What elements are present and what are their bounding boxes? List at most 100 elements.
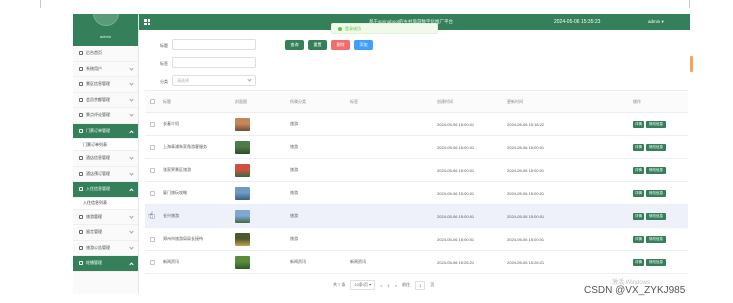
updated-time-cell: 2024-05-06 15:00:01 (507, 190, 545, 196)
edit-button[interactable]: 修改信息 (646, 258, 666, 266)
cover-thumbnail[interactable] (235, 140, 250, 154)
category-select[interactable]: 请选择 (172, 75, 256, 86)
sidebar-item[interactable]: 轮播管理 (73, 256, 138, 272)
side-accent-tab[interactable] (690, 56, 693, 72)
category-placeholder: 请选择 (177, 78, 189, 83)
column-header[interactable]: 操作 (633, 91, 641, 112)
row-checkbox[interactable] (150, 121, 155, 127)
column-header[interactable]: 更新时间 (507, 91, 523, 112)
cover-thumbnail[interactable] (235, 117, 250, 131)
row-checkbox[interactable] (150, 190, 155, 196)
detail-button[interactable]: 详情 (633, 120, 644, 128)
category-label: 分类 (160, 79, 168, 84)
sidebar-item[interactable]: 景点评论管理 (73, 108, 138, 124)
delete-button[interactable]: 删除 (331, 40, 350, 50)
title-cell: 张家界景区旅游 (163, 167, 191, 172)
sidebar-item[interactable]: 酒店信息管理 (73, 151, 138, 167)
created-time-cell: 2024-05-06 15:00:01 (437, 190, 475, 196)
sidebar-item[interactable]: 门票订单管理 (73, 123, 138, 139)
doc-icon (79, 214, 83, 219)
table-row[interactable]: 上海青浦朱家角游客服务 旅游 2024-05-06 15:00:01 2024-05-… (145, 136, 688, 159)
current-page[interactable]: 1 (387, 283, 389, 288)
cover-thumbnail[interactable] (235, 186, 250, 200)
column-header[interactable]: 封面图 (235, 91, 247, 112)
table-row[interactable]: 长春介绍 旅游 2024-05-06 15:00:01 2024-05-06 15:1… (145, 113, 688, 136)
detail-button[interactable]: 详情 (633, 258, 644, 266)
toast-text: 登录成功 (345, 25, 361, 31)
table-row[interactable]: 郑州市旅游局局长接待 旅游 2024-05-06 15:00:01 2024-05-0… (145, 228, 688, 251)
column-header[interactable]: 所属分类 (290, 91, 306, 112)
column-header[interactable]: 标题 (163, 91, 171, 112)
edit-button[interactable]: 修改信息 (646, 143, 666, 151)
actions-cell: 详情 修改信息 (633, 251, 668, 273)
chevron-icon (129, 170, 134, 176)
table-row[interactable]: 长兴旅游 旅游 2024-05-06 15:00:01 2024-05-06 15:0… (145, 205, 688, 228)
doc-icon (79, 97, 83, 102)
sidebar-subitem[interactable]: 入住信息列表 (73, 197, 138, 210)
goto-page-input[interactable]: 1 (415, 280, 426, 290)
detail-button[interactable]: 详情 (633, 212, 644, 220)
sidebar-item[interactable]: 系统用户 (73, 62, 138, 77)
row-checkbox[interactable] (150, 259, 155, 265)
updated-time-cell: 2024-05-06 15:18:22 (507, 121, 545, 127)
sidebar-item[interactable]: 景区信息管理 (73, 77, 138, 93)
created-time-cell: 2024-05-06 15:00:01 (437, 144, 475, 150)
success-toast: 登录成功 (331, 23, 438, 34)
edit-button[interactable]: 修改信息 (646, 120, 666, 128)
sidebar-item[interactable]: 旅游公告管理 (73, 241, 138, 256)
sidebar-item[interactable]: 入住信息管理 (73, 182, 138, 198)
corner-mark (689, 0, 690, 8)
sidebar-item[interactable]: 后台首页 (73, 46, 138, 62)
table-row[interactable]: 厦门旅玩攻略 旅游 2024-05-06 15:00:01 2024-05-06 15… (145, 182, 688, 205)
page-size-select[interactable]: 10条/页 ▾ (350, 280, 376, 290)
cover-thumbnail[interactable] (235, 209, 250, 223)
sidebar-item[interactable]: 旅游管理 (73, 210, 138, 225)
detail-button[interactable]: 详情 (633, 189, 644, 197)
select-all-checkbox[interactable] (150, 99, 155, 104)
table-row[interactable]: 新闻资讯 新闻资讯 新闻资讯 2024-05-06 15:26:21 2024-05-0… (145, 251, 688, 274)
sidebar-item-label: 留言管理 (86, 229, 102, 235)
row-checkbox[interactable] (150, 144, 155, 150)
category-cell: 旅游 (290, 213, 298, 218)
edit-button[interactable]: 修改信息 (646, 212, 666, 220)
tag-search-input[interactable] (172, 57, 256, 68)
sidebar-item[interactable]: 会员余额管理 (73, 93, 138, 108)
table-row[interactable]: 张家界景区旅游 旅游 2024-05-06 15:00:01 2024-05-06 1… (145, 159, 688, 182)
doc-icon (79, 156, 83, 161)
row-checkbox[interactable] (150, 167, 155, 173)
detail-button[interactable]: 详情 (633, 166, 644, 174)
created-time-cell: 2024-05-06 15:00:01 (437, 167, 475, 173)
row-checkbox[interactable] (150, 236, 155, 242)
cover-thumbnail[interactable] (235, 255, 250, 269)
sidebar-item[interactable]: 酒店预订管理 (73, 167, 138, 182)
avatar[interactable] (93, 14, 119, 26)
gear-icon (79, 261, 83, 266)
doc-icon (79, 128, 83, 133)
actions-cell: 详情 修改信息 (633, 159, 668, 181)
reset-button[interactable]: 重置 (308, 40, 327, 50)
cover-image-cell (235, 113, 250, 135)
detail-button[interactable]: 详情 (633, 235, 644, 243)
category-cell: 旅游 (290, 236, 298, 241)
cover-thumbnail[interactable] (235, 163, 250, 177)
menu-grid-icon[interactable] (144, 19, 150, 25)
title-cell: 上海青浦朱家角游客服务 (163, 144, 207, 149)
edit-button[interactable]: 修改信息 (646, 166, 666, 174)
prev-page-button[interactable]: < (380, 283, 382, 288)
cover-image-cell (235, 159, 250, 181)
column-header[interactable]: 标签 (350, 91, 358, 112)
user-icon (79, 66, 83, 71)
cover-thumbnail[interactable] (235, 232, 250, 246)
user-menu[interactable]: admin ▾ (648, 19, 664, 25)
query-button[interactable]: 查询 (285, 40, 304, 50)
column-header[interactable]: 创建时间 (437, 91, 453, 112)
add-button[interactable]: 添加 (354, 40, 373, 50)
next-page-button[interactable]: > (395, 283, 397, 288)
detail-button[interactable]: 详情 (633, 143, 644, 151)
title-search-input[interactable] (172, 39, 256, 50)
sidebar-item[interactable]: 留言管理 (73, 225, 138, 241)
edit-button[interactable]: 修改信息 (646, 189, 666, 197)
edit-button[interactable]: 修改信息 (646, 235, 666, 243)
select-all-cell (150, 91, 155, 112)
sidebar-subitem[interactable]: 门票订单列表 (73, 139, 138, 151)
